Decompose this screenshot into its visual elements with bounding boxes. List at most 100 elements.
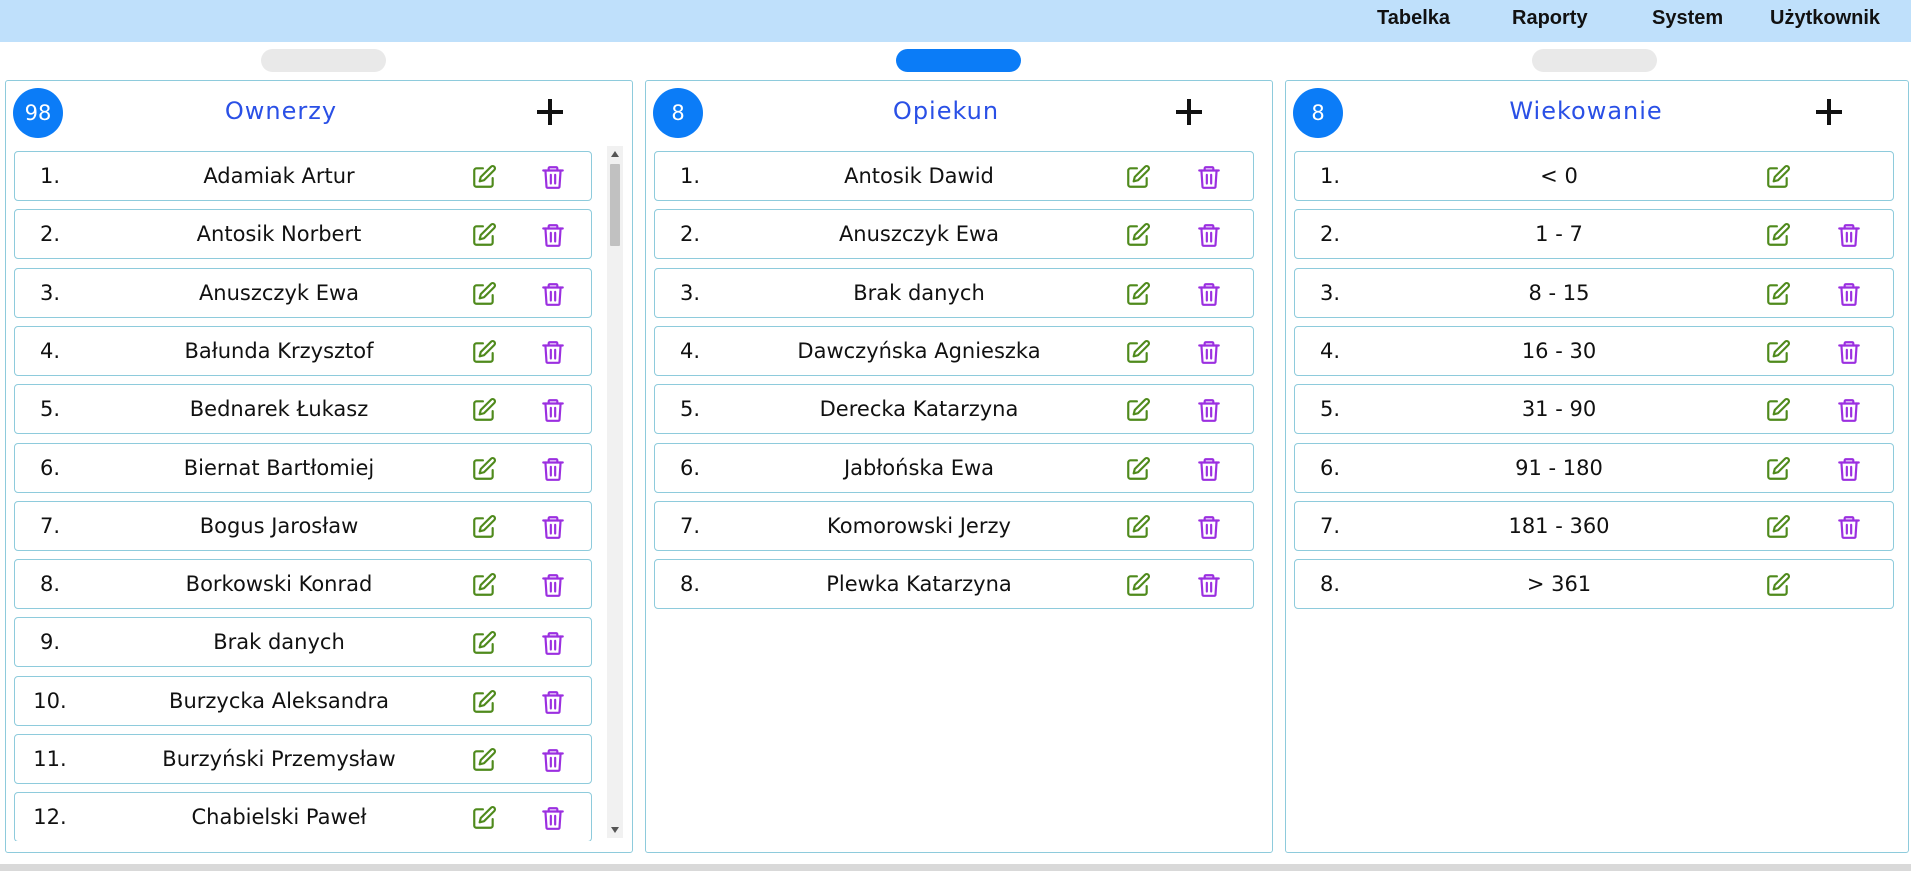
page-indicator-active[interactable] (896, 49, 1021, 72)
edit-icon[interactable] (1125, 164, 1151, 190)
edit-icon[interactable] (1125, 397, 1151, 423)
edit-icon[interactable] (1125, 456, 1151, 482)
menu-item-tabelka[interactable]: Tabelka (1377, 7, 1450, 30)
edit-icon[interactable] (471, 222, 497, 248)
trash-icon[interactable] (1836, 222, 1862, 248)
trash-icon[interactable] (1196, 281, 1222, 307)
list-item[interactable]: 2. Antosik Norbert (14, 209, 592, 260)
trash-icon[interactable] (540, 514, 566, 540)
trash-icon[interactable] (1836, 281, 1862, 307)
trash-icon[interactable] (1196, 164, 1222, 190)
trash-icon[interactable] (1196, 456, 1222, 482)
add-button[interactable] (1811, 94, 1847, 130)
edit-icon[interactable] (1765, 164, 1791, 190)
list-item[interactable]: 6. Jabłońska Ewa (654, 442, 1254, 493)
edit-icon[interactable] (471, 747, 497, 773)
horizontal-scrollbar[interactable] (0, 864, 1911, 871)
scroll-thumb[interactable] (610, 164, 620, 246)
edit-icon[interactable] (471, 689, 497, 715)
list-item[interactable]: 8. Borkowski Konrad (14, 559, 592, 610)
list-item[interactable]: 5. Derecka Katarzyna (654, 384, 1254, 435)
trash-icon[interactable] (540, 747, 566, 773)
list-item[interactable]: 12. Chabielski Paweł (14, 792, 592, 841)
trash-icon[interactable] (540, 456, 566, 482)
edit-icon[interactable] (1125, 572, 1151, 598)
edit-icon[interactable] (1765, 572, 1791, 598)
list-item[interactable]: 3. 8 - 15 (1294, 267, 1894, 318)
list-item[interactable]: 10. Burzycka Aleksandra (14, 675, 592, 726)
trash-icon[interactable] (1196, 572, 1222, 598)
trash-icon[interactable] (1196, 222, 1222, 248)
page-indicator[interactable] (261, 49, 386, 72)
edit-icon[interactable] (471, 339, 497, 365)
trash-icon[interactable] (1196, 397, 1222, 423)
trash-icon[interactable] (1836, 397, 1862, 423)
edit-icon[interactable] (471, 514, 497, 540)
menu-item-system[interactable]: System (1652, 7, 1723, 30)
trash-icon[interactable] (540, 164, 566, 190)
list-item[interactable]: 9. Brak danych (14, 617, 592, 668)
edit-icon[interactable] (1125, 222, 1151, 248)
list-item[interactable]: 8. > 361 (1294, 559, 1894, 610)
vertical-scrollbar[interactable] (607, 146, 623, 838)
add-button[interactable] (1171, 94, 1207, 130)
trash-icon[interactable] (540, 397, 566, 423)
edit-icon[interactable] (1765, 222, 1791, 248)
list-item[interactable]: 2. 1 - 7 (1294, 209, 1894, 260)
list-item[interactable]: 7. 181 - 360 (1294, 500, 1894, 551)
list-item[interactable]: 7. Bogus Jarosław (14, 500, 592, 551)
menu-item-uzytkownik[interactable]: Użytkownik (1770, 7, 1880, 30)
edit-icon[interactable] (1765, 339, 1791, 365)
list-item[interactable]: 6. 91 - 180 (1294, 442, 1894, 493)
list-item[interactable]: 4. Dawczyńska Agnieszka (654, 325, 1254, 376)
trash-icon[interactable] (540, 572, 566, 598)
edit-icon[interactable] (1125, 339, 1151, 365)
edit-icon[interactable] (471, 281, 497, 307)
trash-icon[interactable] (540, 630, 566, 656)
list-ownerzy[interactable]: 1. Adamiak Artur 2. Antosik Norbert 3. Anuszc… (14, 151, 592, 841)
list-opiekun[interactable]: 1. Antosik Dawid 2. Anuszczyk Ewa 3. Brak dan… (654, 151, 1254, 841)
list-item[interactable]: 11. Burzyński Przemysław (14, 734, 592, 784)
trash-icon[interactable] (1836, 514, 1862, 540)
list-item[interactable]: 2. Anuszczyk Ewa (654, 209, 1254, 260)
scroll-down-icon[interactable] (611, 827, 619, 833)
list-item[interactable]: 7. Komorowski Jerzy (654, 500, 1254, 551)
edit-icon[interactable] (1765, 514, 1791, 540)
list-item[interactable]: 1. Antosik Dawid (654, 151, 1254, 201)
edit-icon[interactable] (1125, 514, 1151, 540)
list-item[interactable]: 4. Bałunda Krzysztof (14, 325, 592, 376)
edit-icon[interactable] (471, 630, 497, 656)
list-item[interactable]: 1. < 0 (1294, 151, 1894, 201)
edit-icon[interactable] (471, 805, 497, 831)
trash-icon[interactable] (540, 339, 566, 365)
edit-icon[interactable] (1765, 456, 1791, 482)
edit-icon[interactable] (1765, 397, 1791, 423)
edit-icon[interactable] (1765, 281, 1791, 307)
trash-icon[interactable] (540, 222, 566, 248)
trash-icon[interactable] (540, 689, 566, 715)
trash-icon[interactable] (1196, 514, 1222, 540)
scroll-up-icon[interactable] (611, 151, 619, 157)
trash-icon[interactable] (540, 281, 566, 307)
trash-icon[interactable] (1836, 339, 1862, 365)
list-item[interactable]: 5. 31 - 90 (1294, 384, 1894, 435)
list-item[interactable]: 6. Biernat Bartłomiej (14, 442, 592, 493)
edit-icon[interactable] (471, 397, 497, 423)
list-item[interactable]: 5. Bednarek Łukasz (14, 384, 592, 435)
trash-icon[interactable] (1836, 456, 1862, 482)
edit-icon[interactable] (471, 456, 497, 482)
add-button[interactable] (532, 94, 568, 130)
list-item[interactable]: 4. 16 - 30 (1294, 325, 1894, 376)
list-wiekowanie[interactable]: 1. < 0 2. 1 - 7 3. 8 - 15 4. 16 - 30 5. 31 - 90 6.… (1294, 151, 1894, 841)
trash-icon[interactable] (540, 805, 566, 831)
menu-item-raporty[interactable]: Raporty (1512, 7, 1588, 30)
page-indicator[interactable] (1532, 49, 1657, 72)
edit-icon[interactable] (1125, 281, 1151, 307)
trash-icon[interactable] (1196, 339, 1222, 365)
list-item[interactable]: 8. Plewka Katarzyna (654, 559, 1254, 610)
edit-icon[interactable] (471, 164, 497, 190)
list-item[interactable]: 3. Anuszczyk Ewa (14, 267, 592, 318)
edit-icon[interactable] (471, 572, 497, 598)
list-item[interactable]: 1. Adamiak Artur (14, 151, 592, 201)
list-item[interactable]: 3. Brak danych (654, 267, 1254, 318)
